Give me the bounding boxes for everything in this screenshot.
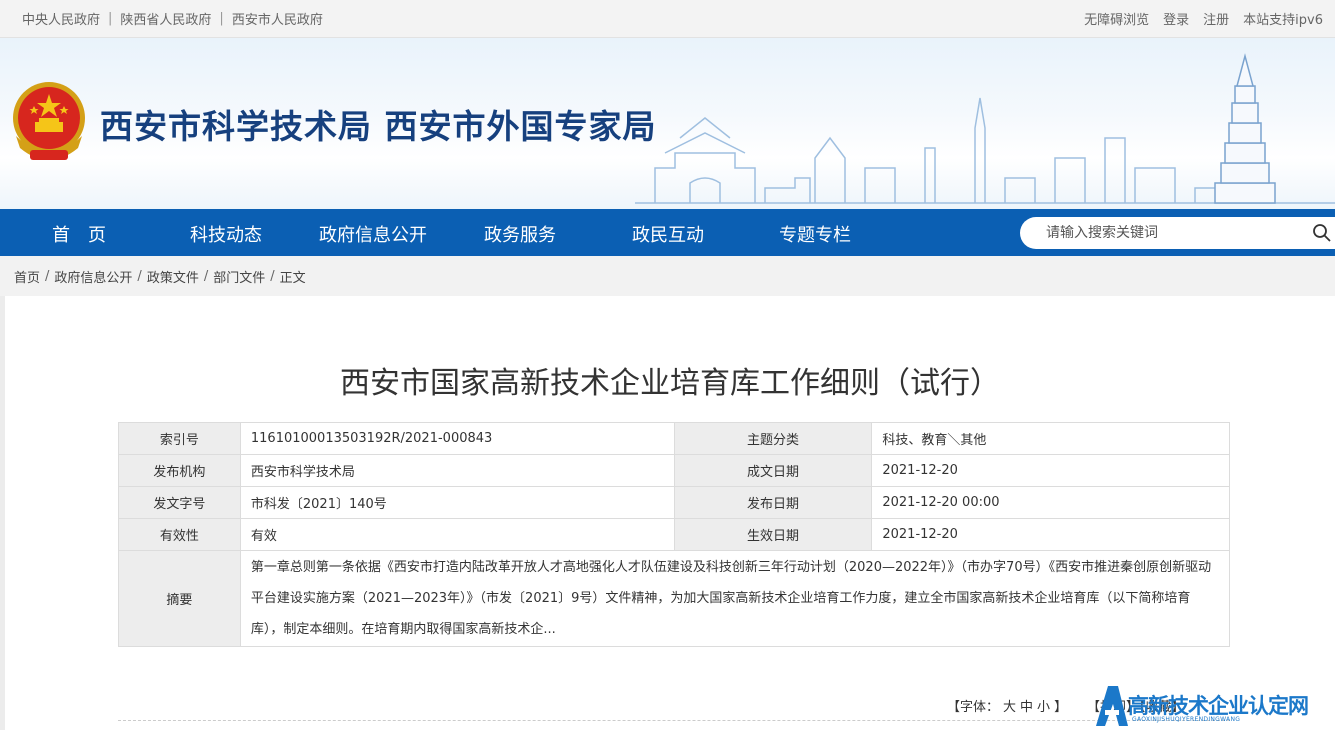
nav-tech-news[interactable]: 科技动态 <box>190 221 262 247</box>
user-links: 无障碍浏览 登录 注册 本站支持ipv6 <box>1070 9 1323 28</box>
main-nav: 首 页 科技动态 政府信息公开 政务服务 政民互动 专题专栏 <box>0 209 1335 256</box>
meta-label: 摘要 <box>118 550 241 647</box>
font-small-button[interactable]: 小 <box>1037 700 1050 715</box>
national-emblem-icon <box>13 82 85 160</box>
meta-row: 摘要 第一章总则第一条依据《西安市打造内陆改革开放人才高地强化人才队伍建设及科技… <box>118 550 1231 647</box>
gov-links: 中央人民政府 | 陕西省人民政府 | 西安市人民政府 <box>22 9 323 28</box>
link-central-gov[interactable]: 中央人民政府 <box>22 9 100 28</box>
meta-value: 西安市科学技术局 <box>239 454 675 487</box>
font-tools-suffix: 】 <box>1054 700 1068 715</box>
meta-row: 发文字号 市科发〔2021〕140号 发布日期 2021-12-20 00:00 <box>118 486 1230 519</box>
breadcrumb-policy-docs[interactable]: 政策文件 <box>147 267 199 286</box>
search-icon[interactable] <box>1312 223 1332 243</box>
meta-row: 发布机构 西安市科学技术局 成文日期 2021-12-20 <box>118 454 1230 487</box>
meta-label: 生效日期 <box>673 518 873 551</box>
meta-value: 2021-12-20 00:00 <box>871 486 1230 519</box>
breadcrumb: 首页 / 政府信息公开 / 政策文件 / 部门文件 / 正文 <box>0 256 1335 296</box>
login-link[interactable]: 登录 <box>1163 9 1189 28</box>
document-title: 西安市国家高新技术企业培育库工作细则（试行） <box>340 366 1000 401</box>
meta-row: 有效性 有效 生效日期 2021-12-20 <box>118 518 1230 551</box>
nav-special-topics[interactable]: 专题专栏 <box>779 221 851 247</box>
meta-value: 有效 <box>239 518 675 551</box>
nav-gov-services[interactable]: 政务服务 <box>484 221 556 247</box>
meta-label: 索引号 <box>118 422 241 455</box>
breadcrumb-home[interactable]: 首页 <box>14 267 40 286</box>
meta-label: 发布机构 <box>118 454 241 487</box>
breadcrumb-current: 正文 <box>279 270 306 286</box>
content-divider <box>118 720 1230 721</box>
site-banner: 西安市科学技术局 西安市外国专家局 <box>0 38 1335 209</box>
top-utility-bar: 中央人民政府 | 陕西省人民政府 | 西安市人民政府 无障碍浏览 登录 注册 本… <box>0 0 1335 38</box>
search-box <box>1020 217 1335 249</box>
link-xian-gov[interactable]: 西安市人民政府 <box>232 9 323 28</box>
breadcrumb-dept-docs[interactable]: 部门文件 <box>213 267 265 286</box>
meta-value: 11610100013503192R/2021-000843 <box>239 422 675 455</box>
font-medium-button[interactable]: 中 <box>1020 700 1033 715</box>
document-meta-table: 索引号 11610100013503192R/2021-000843 主题分类 … <box>118 422 1231 647</box>
register-link[interactable]: 注册 <box>1203 9 1229 28</box>
watermark-subtext: GAOXINJISHUQIYERENDINGWANG <box>1132 716 1241 723</box>
watermark: 高新技术企业认定网 GAOXINJISHUQIYERENDINGWANG <box>1092 682 1335 730</box>
font-tools-prefix: 【字体： <box>947 700 1000 715</box>
summary-text: 第一章总则第一条依据《西安市打造内陆改革开放人才高地强化人才队伍建设及科技创新三… <box>239 550 1231 647</box>
font-large-button[interactable]: 大 <box>1003 700 1016 715</box>
city-skyline-illustration <box>635 53 1335 204</box>
meta-label: 发文字号 <box>118 486 241 519</box>
nav-gov-info[interactable]: 政府信息公开 <box>319 221 427 247</box>
meta-value: 市科发〔2021〕140号 <box>239 486 675 519</box>
watermark-logo-icon <box>1096 686 1128 726</box>
nav-public-interaction[interactable]: 政民互动 <box>632 221 704 247</box>
meta-row: 索引号 11610100013503192R/2021-000843 主题分类 … <box>118 422 1230 455</box>
meta-label: 发布日期 <box>673 486 873 519</box>
breadcrumb-separator: / <box>203 268 209 284</box>
site-title: 西安市科学技术局 西安市外国专家局 <box>100 107 657 146</box>
separator: | <box>219 11 224 26</box>
search-input[interactable] <box>1046 225 1296 241</box>
breadcrumb-separator: / <box>137 268 142 284</box>
meta-label: 成文日期 <box>673 454 873 487</box>
font-size-tools: 【字体：大中小】 <box>945 696 1069 715</box>
meta-value: 2021-12-20 <box>871 454 1230 487</box>
meta-label: 有效性 <box>118 518 241 551</box>
breadcrumb-separator: / <box>270 268 275 284</box>
accessibility-link[interactable]: 无障碍浏览 <box>1084 9 1149 28</box>
meta-value: 科技、教育＼其他 <box>871 422 1230 455</box>
nav-home[interactable]: 首 页 <box>52 221 106 247</box>
link-shaanxi-gov[interactable]: 陕西省人民政府 <box>120 9 211 28</box>
article-content: 西安市国家高新技术企业培育库工作细则（试行） 索引号 1161010001350… <box>5 296 1335 730</box>
breadcrumb-gov-info[interactable]: 政府信息公开 <box>54 267 132 286</box>
meta-label: 主题分类 <box>673 422 873 455</box>
separator: | <box>108 11 113 26</box>
breadcrumb-separator: / <box>45 268 50 284</box>
meta-value: 2021-12-20 <box>871 518 1230 551</box>
ipv6-notice: 本站支持ipv6 <box>1243 13 1323 28</box>
